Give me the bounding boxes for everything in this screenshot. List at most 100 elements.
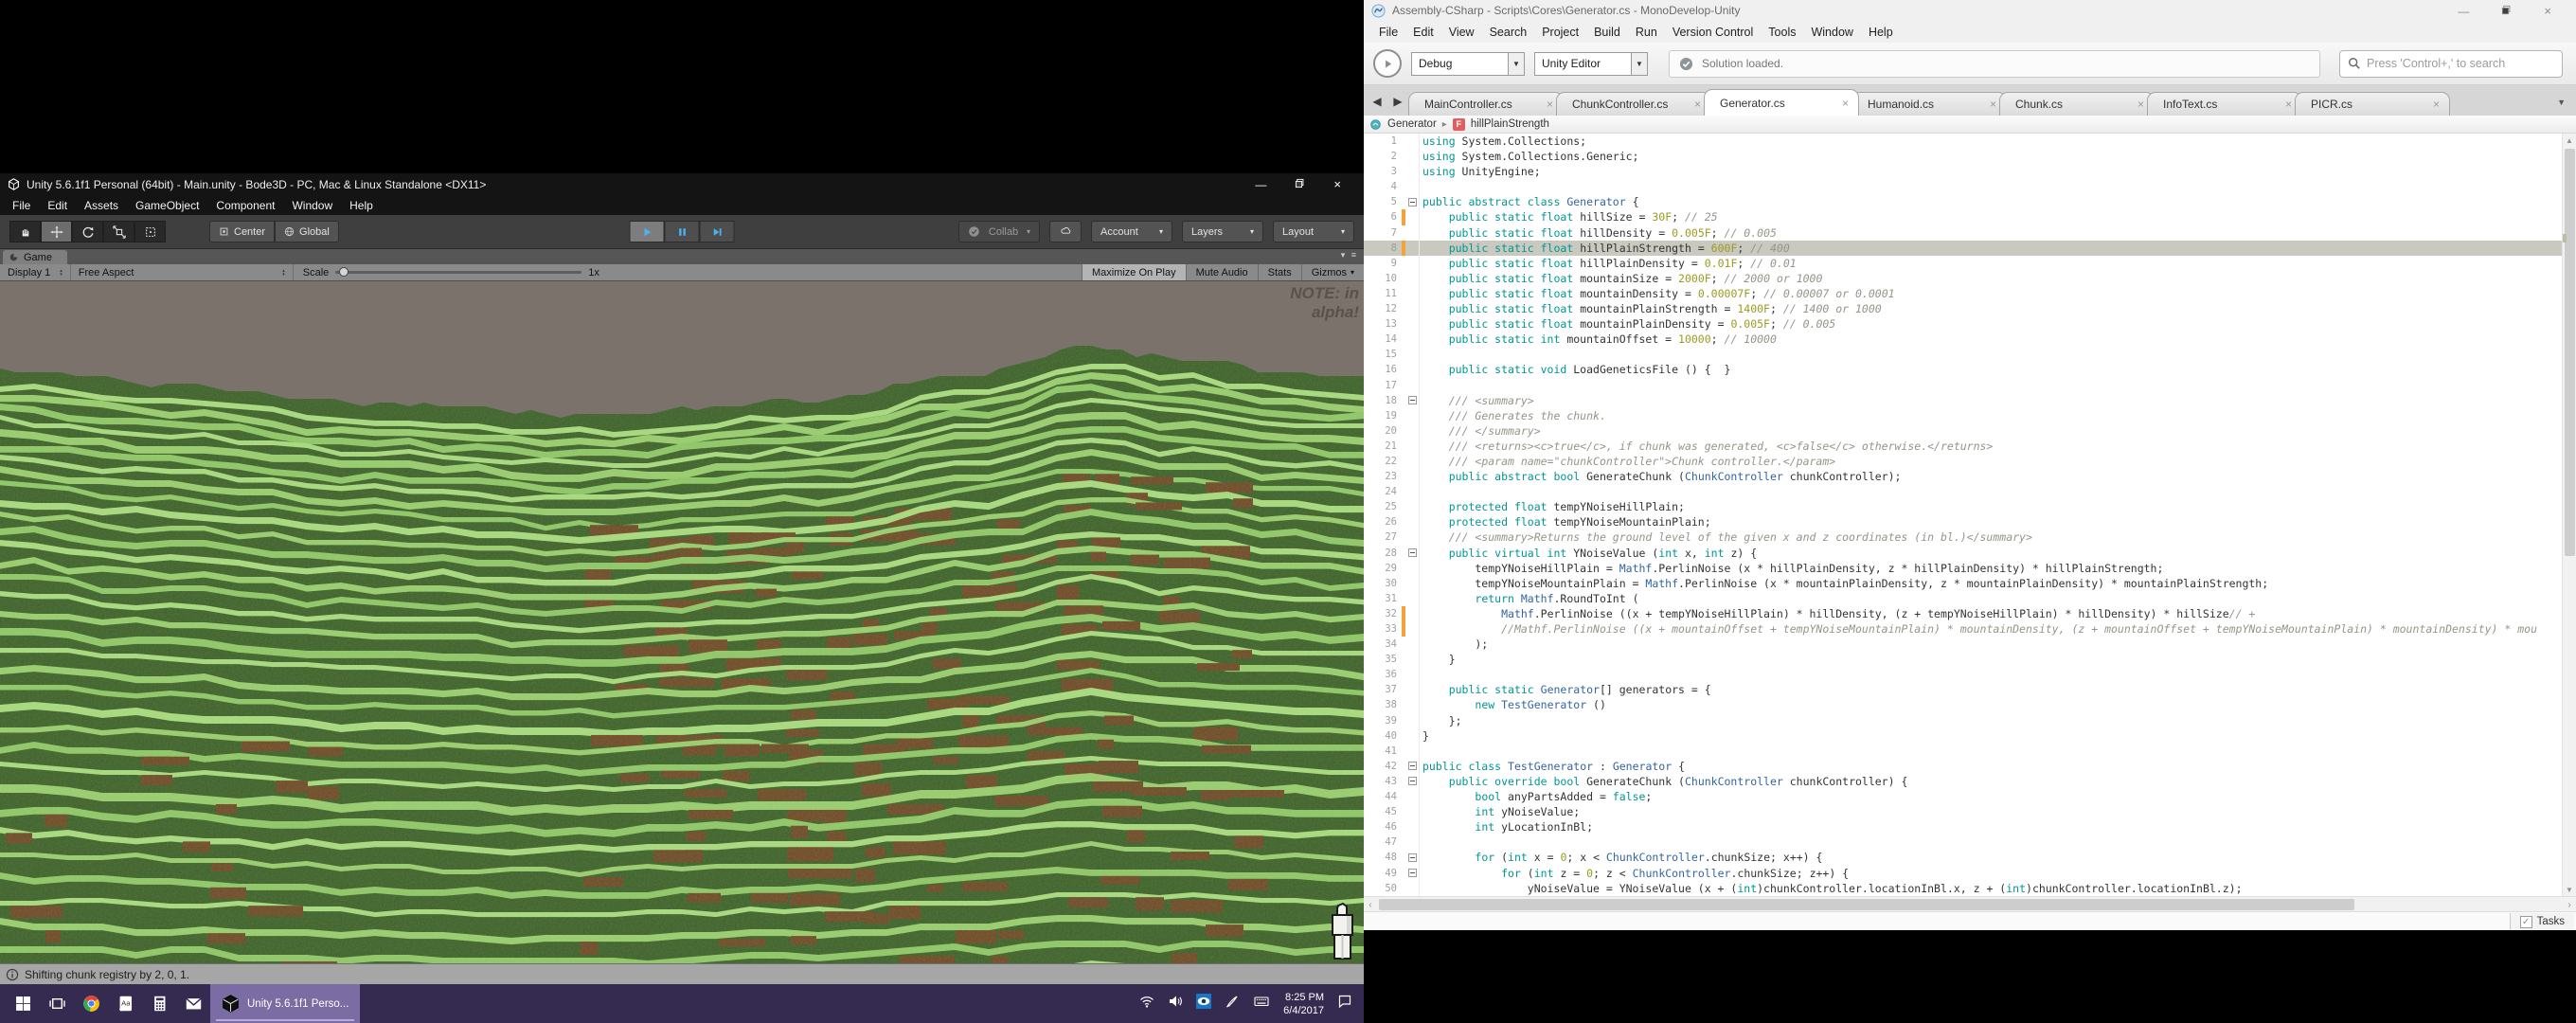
toggle-maximize-on-play[interactable]: Maximize On Play <box>1082 264 1186 280</box>
tab-humanoid-cs[interactable]: Humanoid.cs× <box>1852 92 2007 116</box>
scroll-down-icon[interactable]: ▼ <box>2563 883 2576 896</box>
unity-menu-assets[interactable]: Assets <box>76 199 127 212</box>
play-button[interactable] <box>630 221 665 242</box>
tab-infotext-cs[interactable]: InfoText.cs× <box>2147 92 2302 116</box>
fold-collapse-icon[interactable] <box>1408 777 1417 785</box>
taskbar-mail-button[interactable] <box>176 984 210 1023</box>
run-target-dropdown[interactable]: Unity Editor ▼ <box>1534 52 1648 76</box>
tray-volume-button[interactable] <box>1168 994 1183 1014</box>
tray-pen-button[interactable] <box>1225 994 1240 1014</box>
center-pivot-button[interactable]: Center <box>209 221 275 242</box>
tasks-toggle[interactable]: ✓ Tasks <box>2510 913 2574 930</box>
fold-collapse-icon[interactable] <box>1408 198 1417 206</box>
editor-horizontal-scrollbar[interactable]: ‹ › <box>1364 896 2576 911</box>
global-search-box[interactable] <box>2339 50 2563 78</box>
taskbar-app-unity-app[interactable]: Unity 5.6.1f1 Perso... <box>210 984 360 1023</box>
layout-dropdown[interactable]: Layout▾ <box>1273 221 1354 242</box>
tab-close-icon[interactable]: × <box>1990 98 1996 111</box>
layers-dropdown[interactable]: Layers▾ <box>1182 221 1263 242</box>
hand-tool-button[interactable] <box>9 221 41 242</box>
rotate-tool-button[interactable] <box>72 221 103 242</box>
taskbar-start-button[interactable] <box>6 984 40 1023</box>
tab-close-icon[interactable]: × <box>1694 98 1701 111</box>
monodevelop-minimize-button[interactable]: — <box>2458 4 2469 18</box>
unity-close-button[interactable]: × <box>1333 177 1341 191</box>
unity-menu-file[interactable]: File <box>4 199 39 212</box>
tray-eye-button[interactable] <box>1196 994 1211 1014</box>
search-input[interactable] <box>2367 57 2554 70</box>
md-menu-file[interactable]: File <box>1371 26 1405 39</box>
md-menu-run[interactable]: Run <box>1628 26 1665 39</box>
scroll-up-icon[interactable]: ▲ <box>2563 134 2576 147</box>
md-menu-tools[interactable]: Tools <box>1761 26 1803 39</box>
collab-button[interactable]: Collab ▾ <box>958 221 1040 242</box>
tab-scroll-left-icon[interactable]: ◀ <box>1368 91 1386 112</box>
tab-close-icon[interactable]: × <box>2433 98 2440 111</box>
md-menu-build[interactable]: Build <box>1586 26 1628 39</box>
monodevelop-titlebar[interactable]: Assembly-CSharp - Scripts\Cores\Generato… <box>1364 0 2576 21</box>
tab-close-icon[interactable]: × <box>1547 98 1553 111</box>
run-button[interactable] <box>1373 49 1402 78</box>
unity-minimize-button[interactable]: — <box>1255 177 1266 191</box>
toggle-gizmos[interactable]: Gizmos▾ <box>1301 264 1364 280</box>
tab-chunkcontroller-cs[interactable]: ChunkController.cs× <box>1556 92 1711 116</box>
taskbar-calculator-button[interactable] <box>142 984 176 1023</box>
breadcrumb-class[interactable]: Generator <box>1387 118 1437 130</box>
taskbar-chrome-button[interactable] <box>74 984 108 1023</box>
scale-slider-thumb[interactable] <box>339 267 349 277</box>
global-axis-button[interactable]: Global <box>275 221 339 242</box>
tab-game-view[interactable]: Game <box>3 250 67 264</box>
tray-action-center-button[interactable] <box>1337 994 1352 1014</box>
monodevelop-restore-button[interactable] <box>2501 4 2512 18</box>
unity-menu-gameobject[interactable]: GameObject <box>127 199 207 212</box>
unity-menu-edit[interactable]: Edit <box>39 199 76 212</box>
game-view[interactable]: NOTE: in alpha! <box>0 281 1364 963</box>
move-tool-button[interactable] <box>41 221 72 242</box>
tasks-checkbox[interactable]: ✓ <box>2520 916 2532 928</box>
tab-scroll-right-icon[interactable]: ▶ <box>1388 91 1407 112</box>
md-menu-search[interactable]: Search <box>1482 26 1535 39</box>
scroll-left-icon[interactable]: ‹ <box>1364 897 1377 912</box>
display-select[interactable]: Display 1 ▴▾ <box>0 264 71 280</box>
toggle-stats[interactable]: Stats <box>1258 264 1301 280</box>
md-menu-window[interactable]: Window <box>1803 26 1860 39</box>
unity-menu-component[interactable]: Component <box>207 199 283 212</box>
md-menu-edit[interactable]: Edit <box>1405 26 1441 39</box>
fold-collapse-icon[interactable] <box>1408 548 1417 557</box>
fold-collapse-icon[interactable] <box>1408 762 1417 770</box>
step-button[interactable] <box>700 221 735 242</box>
horizontal-scroll-thumb[interactable] <box>1379 899 2354 910</box>
editor-vertical-scrollbar[interactable]: ▲ ▼ <box>2562 134 2576 896</box>
tab-maincontroller-cs[interactable]: MainController.cs× <box>1408 92 1564 116</box>
scroll-right-icon[interactable]: › <box>2563 897 2576 912</box>
tab-options-icon[interactable]: ▾ ≡ <box>1341 250 1358 260</box>
md-menu-view[interactable]: View <box>1441 26 1482 39</box>
taskbar-dictionary-button[interactable]: Aa <box>108 984 142 1023</box>
md-menu-project[interactable]: Project <box>1534 26 1586 39</box>
tab-close-icon[interactable]: × <box>2285 98 2292 111</box>
tray-touch-keyboard-button[interactable] <box>1253 994 1270 1014</box>
tab-chunk-cs[interactable]: Chunk.cs× <box>1999 92 2155 116</box>
unity-restore-button[interactable] <box>1295 177 1305 191</box>
tab-list-dropdown-icon[interactable]: ▼ <box>2557 98 2566 107</box>
tab-picr-cs[interactable]: PICR.cs× <box>2295 92 2450 116</box>
account-dropdown[interactable]: Account▾ <box>1091 221 1172 242</box>
tab-close-icon[interactable]: × <box>1842 97 1849 110</box>
code-editor[interactable]: 1using System.Collections;2using System.… <box>1364 134 2562 896</box>
pause-button[interactable] <box>665 221 700 242</box>
vertical-scroll-thumb[interactable] <box>2565 149 2575 556</box>
scale-slider[interactable] <box>335 271 581 274</box>
configuration-dropdown[interactable]: Debug ▼ <box>1411 52 1525 76</box>
fold-collapse-icon[interactable] <box>1408 853 1417 862</box>
tray-wifi-button[interactable] <box>1139 994 1154 1014</box>
breadcrumb-member[interactable]: hillPlainStrength <box>1471 118 1549 130</box>
cloud-services-button[interactable] <box>1049 221 1082 242</box>
md-menu-version-control[interactable]: Version Control <box>1665 26 1761 39</box>
scale-tool-button[interactable] <box>103 221 134 242</box>
taskbar-task-view-button[interactable] <box>40 984 74 1023</box>
tab-close-icon[interactable]: × <box>2138 98 2144 111</box>
rect-tool-button[interactable] <box>134 221 166 242</box>
unity-menu-help[interactable]: Help <box>341 199 382 212</box>
fold-collapse-icon[interactable] <box>1408 396 1417 404</box>
fold-collapse-icon[interactable] <box>1408 869 1417 877</box>
